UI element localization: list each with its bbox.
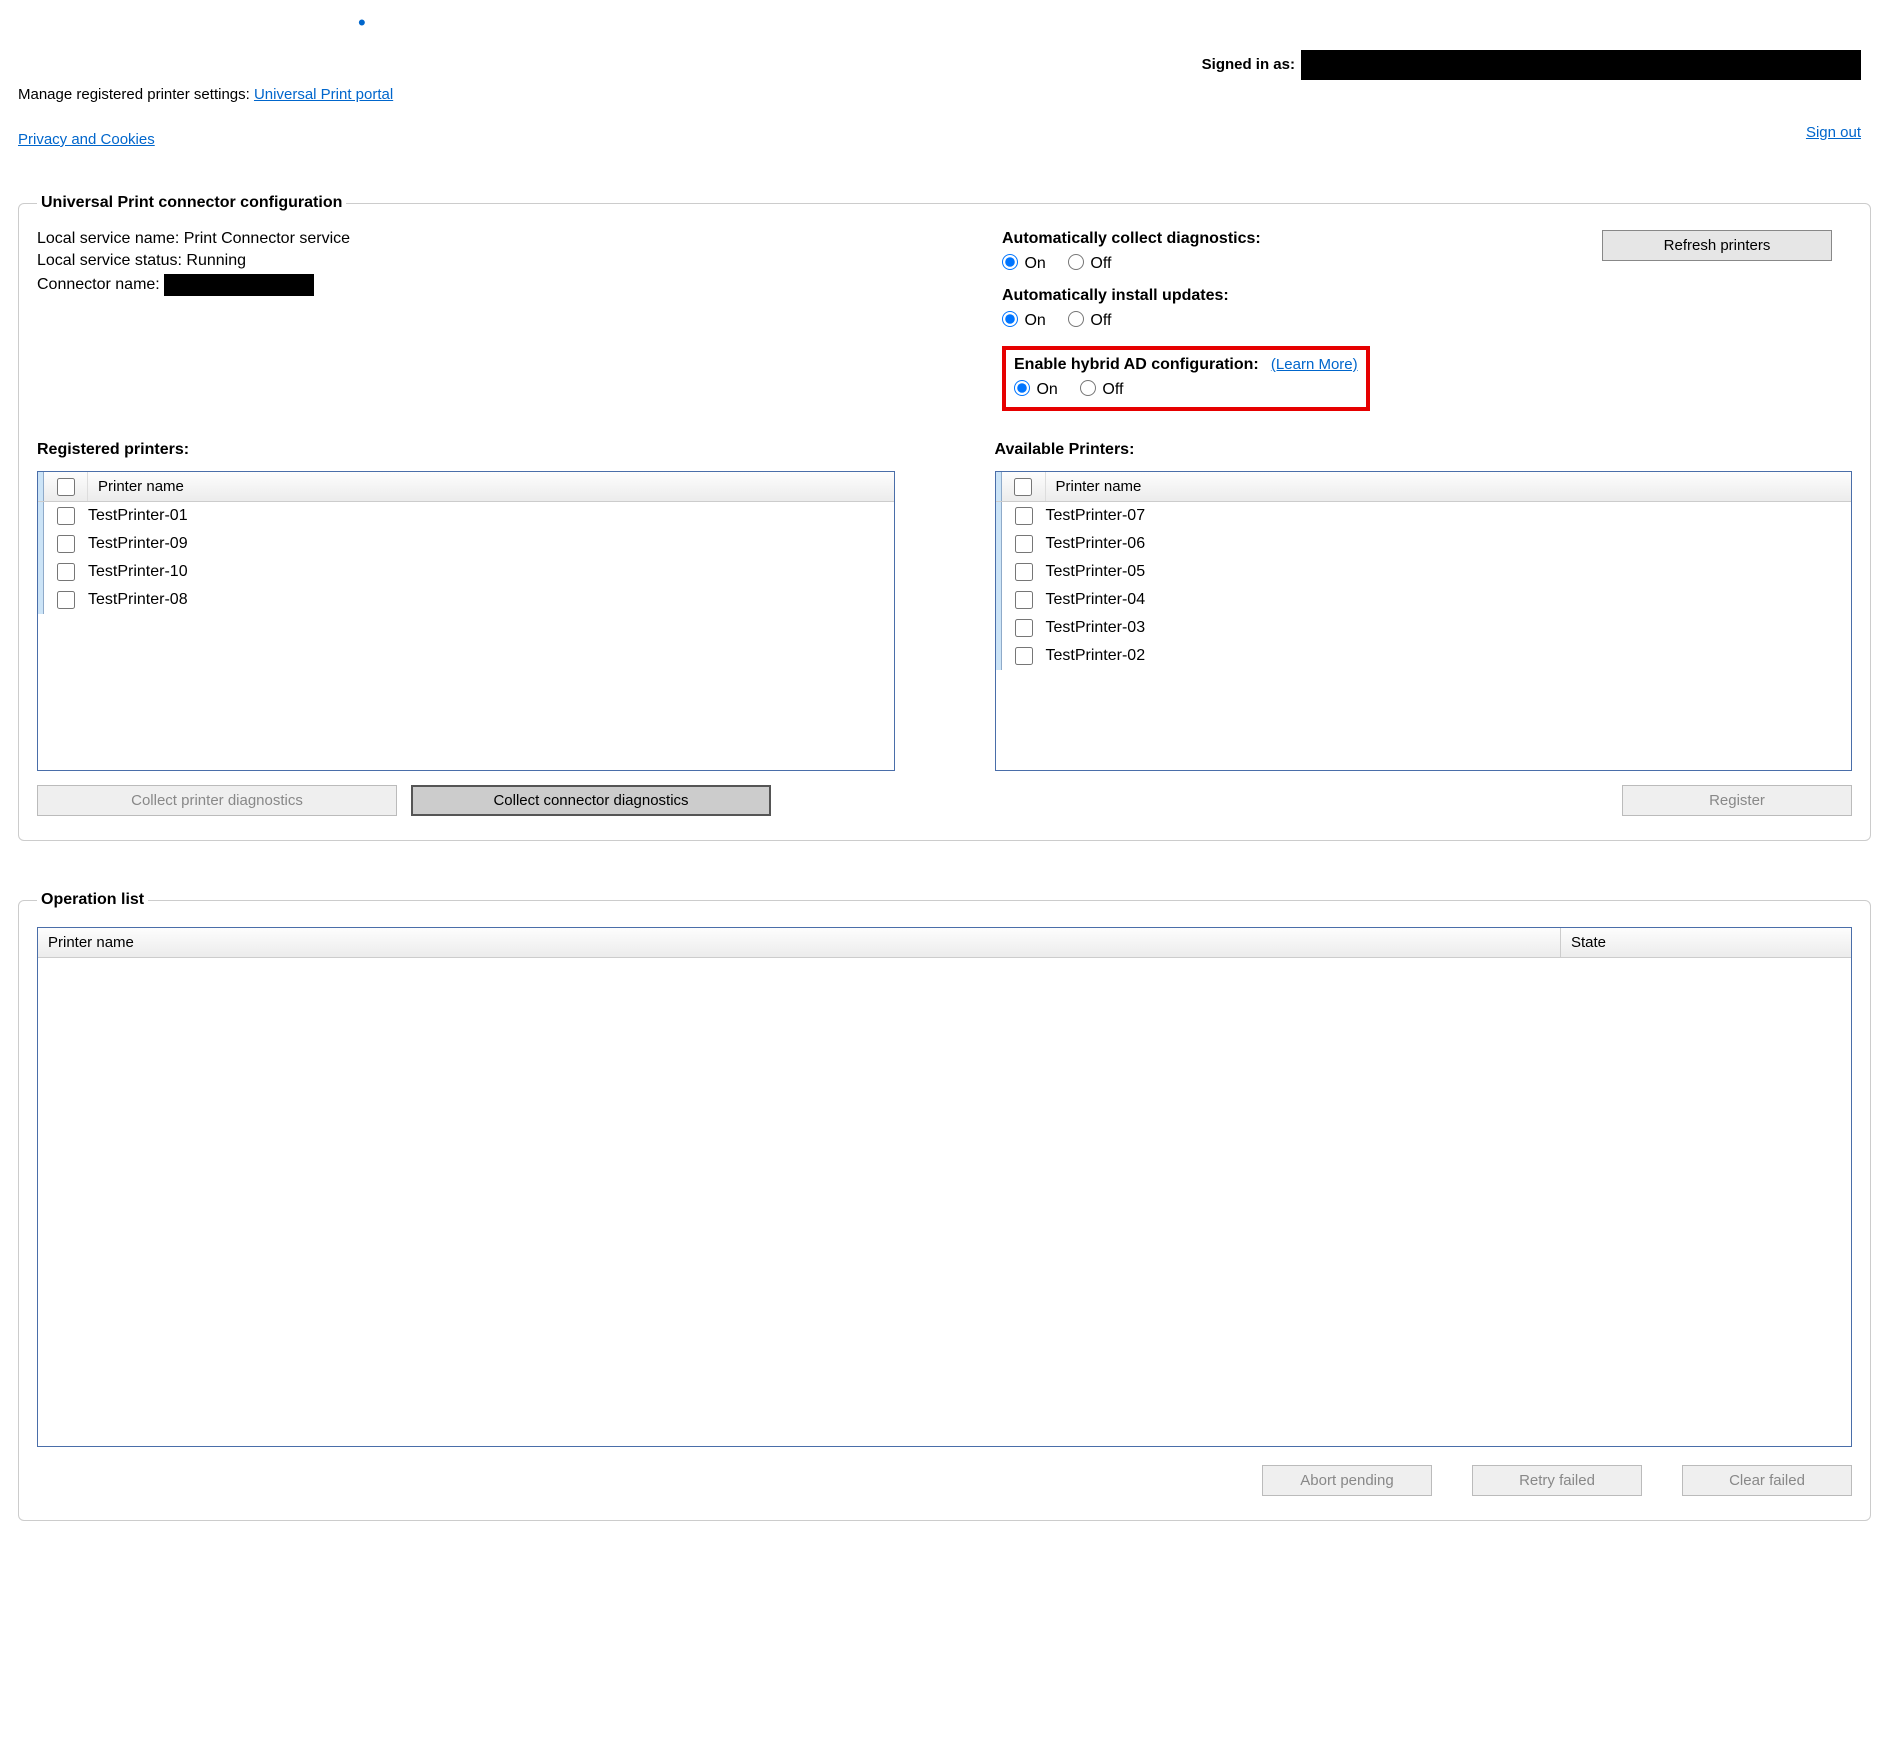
registered-printer-row-checkbox[interactable] <box>57 591 75 609</box>
sign-out-link[interactable]: Sign out <box>1806 124 1861 141</box>
registered-printer-row[interactable]: TestPrinter-01 <box>38 502 894 530</box>
connector-config-groupbox: Universal Print connector configuration … <box>18 194 1871 841</box>
radio-on-label: On <box>1024 255 1045 272</box>
hybrid-ad-learn-more-link[interactable]: (Learn More) <box>1271 356 1358 373</box>
connector-config-legend: Universal Print connector configuration <box>37 194 346 212</box>
registered-printers-heading: Registered printers: <box>37 441 895 459</box>
operation-list-groupbox: Operation list Printer name State Abort … <box>18 891 1871 1521</box>
retry-failed-button[interactable]: Retry failed <box>1472 1465 1642 1496</box>
service-status-label: Local service status: <box>37 252 186 269</box>
auto-diagnostics-label: Automatically collect diagnostics: <box>1002 230 1261 248</box>
available-printer-row-checkbox[interactable] <box>1015 535 1033 553</box>
registered-printers-list[interactable]: Printer name TestPrinter-01 TestPrinter-0… <box>37 471 895 771</box>
registered-select-all-checkbox[interactable] <box>57 478 75 496</box>
available-printer-row[interactable]: TestPrinter-03 <box>996 614 1852 642</box>
registered-printer-row-label: TestPrinter-01 <box>88 507 188 525</box>
registered-printer-row-checkbox[interactable] <box>57 507 75 525</box>
operation-list-legend: Operation list <box>37 891 148 909</box>
hybrid-ad-highlight-box: Enable hybrid AD configuration: (Learn M… <box>1002 346 1370 411</box>
hybrid-ad-off-radio[interactable]: Off <box>1080 381 1124 398</box>
service-name-label: Local service name: <box>37 230 184 247</box>
available-printers-list[interactable]: Printer name TestPrinter-07 TestPrinter-0… <box>995 471 1853 771</box>
op-header-state: State <box>1561 928 1851 957</box>
connector-name-redacted <box>164 274 314 296</box>
available-printer-row-label: TestPrinter-07 <box>1046 507 1146 525</box>
register-button[interactable]: Register <box>1622 785 1852 816</box>
registered-list-header: Printer name <box>38 472 894 502</box>
auto-diagnostics-on-radio[interactable]: On <box>1002 255 1046 272</box>
registered-printer-row-checkbox[interactable] <box>57 563 75 581</box>
radio-off-label: Off <box>1090 312 1111 329</box>
service-name-value: Print Connector service <box>184 230 350 247</box>
signed-in-block: Signed in as: <box>1202 50 1861 80</box>
available-printer-row-checkbox[interactable] <box>1015 591 1033 609</box>
privacy-cookies-link[interactable]: Privacy and Cookies <box>18 131 155 148</box>
abort-pending-button[interactable]: Abort pending <box>1262 1465 1432 1496</box>
collect-printer-diagnostics-button[interactable]: Collect printer diagnostics <box>37 785 397 816</box>
signed-in-user-redacted <box>1301 50 1861 80</box>
connector-name-label: Connector name: <box>37 276 164 293</box>
service-status-line: Local service status: Running <box>37 252 982 270</box>
available-printer-row-label: TestPrinter-04 <box>1046 591 1146 609</box>
auto-updates-label: Automatically install updates: <box>1002 287 1229 305</box>
auto-diagnostics-off-radio[interactable]: Off <box>1068 255 1112 272</box>
available-printer-row-checkbox[interactable] <box>1015 563 1033 581</box>
hybrid-ad-label: Enable hybrid AD configuration: <box>1014 356 1259 374</box>
registered-printer-row-checkbox[interactable] <box>57 535 75 553</box>
radio-on-label: On <box>1024 312 1045 329</box>
available-list-header: Printer name <box>996 472 1852 502</box>
service-name-line: Local service name: Print Connector serv… <box>37 230 982 248</box>
registered-printer-row[interactable]: TestPrinter-08 <box>38 586 894 614</box>
registered-printer-row-label: TestPrinter-10 <box>88 563 188 581</box>
available-printer-row-label: TestPrinter-06 <box>1046 535 1146 553</box>
available-printer-row[interactable]: TestPrinter-07 <box>996 502 1852 530</box>
refresh-printers-button[interactable]: Refresh printers <box>1602 230 1832 261</box>
signed-in-label: Signed in as: <box>1202 56 1295 73</box>
available-printer-row-label: TestPrinter-02 <box>1046 647 1146 665</box>
registered-printer-row[interactable]: TestPrinter-10 <box>38 558 894 586</box>
registered-printer-row-label: TestPrinter-08 <box>88 591 188 609</box>
radio-off-label: Off <box>1102 381 1123 398</box>
universal-print-portal-link[interactable]: Universal Print portal <box>254 86 393 103</box>
available-select-all-checkbox[interactable] <box>1014 478 1032 496</box>
available-printers-heading: Available Printers: <box>995 441 1853 459</box>
hybrid-ad-on-radio[interactable]: On <box>1014 381 1058 398</box>
auto-updates-off-radio[interactable]: Off <box>1068 312 1112 329</box>
available-header-printer-name: Printer name <box>1046 478 1142 495</box>
connector-name-line: Connector name: <box>37 274 982 296</box>
available-printer-row[interactable]: TestPrinter-06 <box>996 530 1852 558</box>
operation-list-header: Printer name State <box>38 928 1851 958</box>
decorative-dot: • <box>358 10 1871 40</box>
registered-printer-row[interactable]: TestPrinter-09 <box>38 530 894 558</box>
manage-settings-label: Manage registered printer settings: <box>18 86 254 103</box>
registered-header-printer-name: Printer name <box>88 478 184 495</box>
radio-off-label: Off <box>1090 255 1111 272</box>
available-printer-row-checkbox[interactable] <box>1015 619 1033 637</box>
operation-list-table[interactable]: Printer name State <box>37 927 1852 1447</box>
available-printer-row-checkbox[interactable] <box>1015 507 1033 525</box>
available-printer-row-checkbox[interactable] <box>1015 647 1033 665</box>
collect-connector-diagnostics-button[interactable]: Collect connector diagnostics <box>411 785 771 816</box>
available-printer-row[interactable]: TestPrinter-05 <box>996 558 1852 586</box>
op-header-printer-name: Printer name <box>38 928 1561 957</box>
clear-failed-button[interactable]: Clear failed <box>1682 1465 1852 1496</box>
radio-on-label: On <box>1036 381 1057 398</box>
available-printer-row[interactable]: TestPrinter-02 <box>996 642 1852 670</box>
auto-updates-on-radio[interactable]: On <box>1002 312 1046 329</box>
service-status-value: Running <box>186 252 246 269</box>
registered-printer-row-label: TestPrinter-09 <box>88 535 188 553</box>
available-printer-row-label: TestPrinter-05 <box>1046 563 1146 581</box>
available-printer-row-label: TestPrinter-03 <box>1046 619 1146 637</box>
available-printer-row[interactable]: TestPrinter-04 <box>996 586 1852 614</box>
